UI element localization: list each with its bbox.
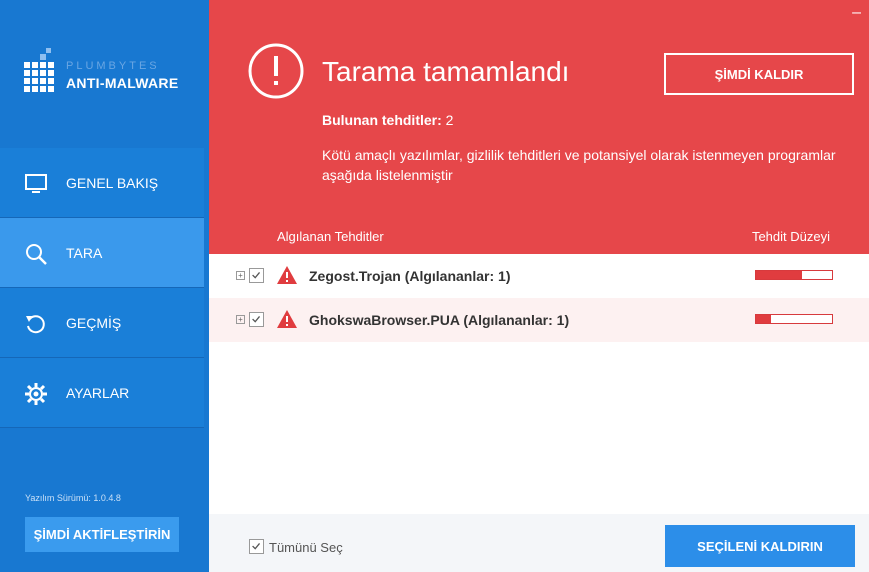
threat-detections: (Algılananlar: 1) xyxy=(463,312,570,328)
threat-level-bar xyxy=(755,270,833,280)
check-icon xyxy=(252,316,261,323)
sidebar-item-label: GENEL BAKIŞ xyxy=(66,175,159,191)
threat-list: + Zegost.Trojan (Algılananlar: 1) + Ghok… xyxy=(209,254,869,342)
threat-level-fill xyxy=(756,315,772,323)
sidebar: PLUMBYTES ANTI-MALWARE GENEL BAKIŞ TARA … xyxy=(0,0,209,572)
software-version: Yazılım Sürümü: 1.0.4.8 xyxy=(25,493,121,503)
threat-checkbox[interactable] xyxy=(249,268,264,283)
remove-now-button[interactable]: ŞİMDİ KALDIR xyxy=(664,53,854,95)
sidebar-item-scan[interactable]: TARA xyxy=(0,218,204,288)
select-all-label[interactable]: Tümünü Seç xyxy=(269,540,343,555)
table-row[interactable]: + Zegost.Trojan (Algılananlar: 1) xyxy=(209,254,869,298)
column-header-level: Tehdit Düzeyi xyxy=(751,229,830,244)
warning-icon xyxy=(277,266,297,284)
gear-icon xyxy=(25,383,47,405)
expand-icon[interactable]: + xyxy=(236,315,245,324)
column-header-threats: Algılanan Tehditler xyxy=(277,229,384,244)
sidebar-item-settings[interactable]: AYARLAR xyxy=(0,358,204,428)
app-logo: PLUMBYTES ANTI-MALWARE xyxy=(24,48,204,98)
expand-icon[interactable]: + xyxy=(236,271,245,280)
page-title: Tarama tamamlandı xyxy=(322,56,570,87)
threat-level-fill xyxy=(756,271,802,279)
logo-icon xyxy=(24,48,54,92)
sidebar-nav: GENEL BAKIŞ TARA GEÇMİŞ AYARLAR xyxy=(0,148,209,428)
alert-circle-icon xyxy=(248,43,304,99)
minimize-button[interactable]: – xyxy=(852,4,861,22)
monitor-icon xyxy=(25,174,47,193)
remove-selected-button[interactable]: SEÇİLENİ KALDIRIN xyxy=(665,525,855,567)
search-icon xyxy=(26,244,47,265)
select-all-checkbox[interactable] xyxy=(249,539,264,554)
scan-description: Kötü amaçlı yazılımlar, gizlilik tehditl… xyxy=(322,147,836,183)
table-row[interactable]: + GhokswaBrowser.PUA (Algılananlar: 1) xyxy=(209,298,869,342)
threats-found-label: Bulunan tehditler: xyxy=(322,112,442,128)
sidebar-item-history[interactable]: GEÇMİŞ xyxy=(0,288,204,358)
sidebar-item-label: AYARLAR xyxy=(66,385,130,401)
threats-found: Bulunan tehditler: 2 xyxy=(322,112,453,128)
threat-name: Zegost.Trojan (Algılananlar: 1) xyxy=(309,268,510,284)
scan-result-header: – Tarama tamamlandı Bulunan tehditler: 2… xyxy=(209,0,869,254)
version-value: 1.0.4.8 xyxy=(93,493,121,503)
sidebar-item-overview[interactable]: GENEL BAKIŞ xyxy=(0,148,204,218)
brand-product: ANTI-MALWARE xyxy=(66,75,179,91)
threat-checkbox[interactable] xyxy=(249,312,264,327)
history-icon xyxy=(26,315,45,334)
sidebar-item-label: GEÇMİŞ xyxy=(66,315,122,331)
check-icon xyxy=(252,272,261,279)
threat-name: GhokswaBrowser.PUA (Algılananlar: 1) xyxy=(309,312,569,328)
check-icon xyxy=(252,543,261,550)
sidebar-item-label: TARA xyxy=(66,245,103,261)
threat-title: Zegost.Trojan xyxy=(309,268,401,284)
brand-company: PLUMBYTES xyxy=(66,60,160,72)
threat-title: GhokswaBrowser.PUA xyxy=(309,312,460,328)
version-label: Yazılım Sürümü: xyxy=(25,493,91,503)
threat-level-bar xyxy=(755,314,833,324)
threat-detections: (Algılananlar: 1) xyxy=(404,268,511,284)
footer-bar: Tümünü Seç SEÇİLENİ KALDIRIN xyxy=(209,514,869,572)
threats-found-count: 2 xyxy=(445,112,454,128)
activate-now-button[interactable]: ŞİMDİ AKTİFLEŞTİRİN xyxy=(25,517,179,552)
warning-icon xyxy=(277,310,297,328)
